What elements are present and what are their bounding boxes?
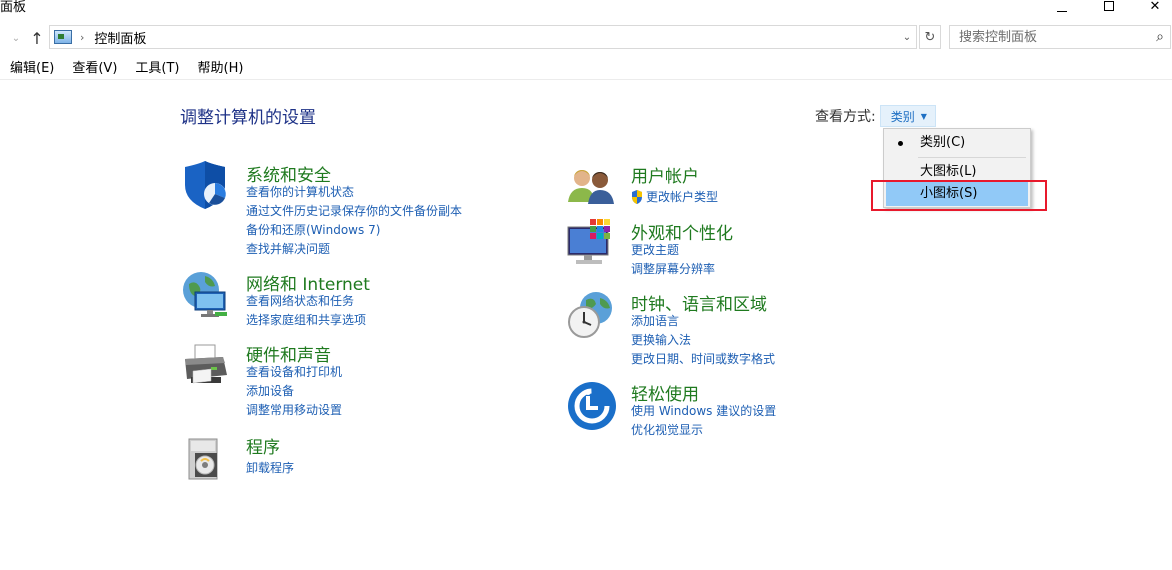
category-network-internet: 网络和 Internet 查看网络状态和任务 选择家庭组和共享选项 xyxy=(181,270,501,330)
category-title[interactable]: 用户帐户 xyxy=(631,162,699,187)
shield-icon[interactable] xyxy=(181,161,231,211)
link-homegroup-sharing[interactable]: 选择家庭组和共享选项 xyxy=(246,311,366,328)
link-change-account-type[interactable]: 更改帐户类型 xyxy=(631,188,718,205)
clock-globe-icon[interactable] xyxy=(566,290,616,340)
monitor-palette-icon[interactable] xyxy=(566,219,616,269)
selected-bullet-icon xyxy=(898,141,903,146)
view-by-value: 类别 xyxy=(890,109,915,124)
category-hardware-sound: 硬件和声音 查看设备和打印机 添加设备 调整常用移动设置 xyxy=(181,341,501,421)
up-button[interactable]: ↑ xyxy=(29,28,45,48)
category-system-security: 系统和安全 查看你的计算机状态 通过文件历史记录保存你的文件备份副本 备份和还原… xyxy=(181,161,501,261)
link-uninstall-program[interactable]: 卸载程序 xyxy=(246,459,294,476)
link-mobility-settings[interactable]: 调整常用移动设置 xyxy=(246,401,342,418)
menu-separator xyxy=(918,157,1026,158)
link-label: 更改帐户类型 xyxy=(646,190,719,204)
link-change-theme[interactable]: 更改主题 xyxy=(631,241,679,258)
search-input[interactable] xyxy=(959,27,1149,47)
annotation-highlight-box xyxy=(871,180,1047,211)
control-panel-icon xyxy=(54,30,72,44)
navigation-bar: ⌄ ↑ › 控制面板 ⌄ ↻ ⌕ xyxy=(0,24,1172,52)
search-icon[interactable]: ⌕ xyxy=(1156,29,1164,45)
menu-view[interactable]: 查看(V) xyxy=(62,58,123,80)
link-network-status[interactable]: 查看网络状态和任务 xyxy=(246,292,354,309)
refresh-icon: ↻ xyxy=(924,29,936,45)
link-add-language[interactable]: 添加语言 xyxy=(631,312,679,329)
close-icon: ✕ xyxy=(1149,0,1161,14)
window-title: 面板 xyxy=(0,0,27,15)
link-change-input-method[interactable]: 更换输入法 xyxy=(631,331,691,348)
recent-locations-button[interactable]: ⌄ xyxy=(8,28,24,48)
category-clock-language-region: 时钟、语言和区域 添加语言 更换输入法 更改日期、时间或数字格式 xyxy=(566,290,886,370)
page-title: 调整计算机的设置 xyxy=(180,108,316,128)
address-bar[interactable]: › 控制面板 ⌄ xyxy=(49,25,917,49)
link-troubleshoot[interactable]: 查找并解决问题 xyxy=(246,240,330,257)
link-view-computer-status[interactable]: 查看你的计算机状态 xyxy=(246,183,354,200)
link-date-time-format[interactable]: 更改日期、时间或数字格式 xyxy=(631,350,775,367)
arrow-up-icon: ↑ xyxy=(30,28,44,48)
refresh-button[interactable]: ↻ xyxy=(919,25,941,49)
minimize-button[interactable] xyxy=(1039,0,1085,18)
category-title[interactable]: 程序 xyxy=(246,433,280,458)
category-ease-of-access: 轻松使用 使用 Windows 建议的设置 优化视觉显示 xyxy=(566,380,886,440)
maximize-button[interactable] xyxy=(1086,0,1132,18)
uac-shield-icon xyxy=(632,190,642,204)
chevron-right-icon[interactable]: › xyxy=(80,31,84,44)
ease-of-access-icon[interactable] xyxy=(566,380,616,430)
link-screen-resolution[interactable]: 调整屏幕分辨率 xyxy=(631,260,715,277)
chevron-down-icon: ⌄ xyxy=(902,31,912,43)
network-globe-icon[interactable] xyxy=(181,270,231,320)
users-icon[interactable] xyxy=(566,162,616,212)
menu-edit[interactable]: 编辑(E) xyxy=(0,58,60,80)
menu-item-label: 类别(C) xyxy=(920,135,966,150)
category-user-accounts: 用户帐户 更改帐户类型 xyxy=(566,162,886,212)
category-appearance-personalization: 外观和个性化 更改主题 调整屏幕分辨率 xyxy=(566,219,886,279)
printer-icon[interactable] xyxy=(181,341,231,391)
link-devices-printers[interactable]: 查看设备和打印机 xyxy=(246,363,342,380)
menu-item-label: 大图标(L) xyxy=(920,164,977,179)
caret-down-icon: ▼ xyxy=(920,111,927,121)
close-button[interactable]: ✕ xyxy=(1132,0,1172,18)
view-by-label: 查看方式: xyxy=(815,109,876,125)
search-box[interactable]: ⌕ xyxy=(949,25,1171,49)
minimize-icon xyxy=(1057,10,1067,12)
view-by-dropdown[interactable]: 类别 ▼ xyxy=(879,105,936,127)
menu-help[interactable]: 帮助(H) xyxy=(188,58,250,80)
link-add-device[interactable]: 添加设备 xyxy=(246,382,294,399)
address-history-button[interactable]: ⌄ xyxy=(898,26,916,48)
link-backup-restore[interactable]: 备份和还原(Windows 7) xyxy=(246,221,380,238)
menu-item-category[interactable]: 类别(C) xyxy=(886,131,1028,155)
link-file-history[interactable]: 通过文件历史记录保存你的文件备份副本 xyxy=(246,202,462,219)
category-programs: 程序 卸载程序 xyxy=(181,433,501,483)
link-recommended-settings[interactable]: 使用 Windows 建议的设置 xyxy=(631,402,776,419)
programs-icon[interactable] xyxy=(181,433,231,483)
breadcrumb-control-panel[interactable]: 控制面板 xyxy=(94,28,146,47)
view-by: 查看方式: 类别 ▼ xyxy=(815,105,936,127)
maximize-icon xyxy=(1104,1,1114,11)
menu-tools[interactable]: 工具(T) xyxy=(125,58,185,80)
menu-bar: 编辑(E) 查看(V) 工具(T) 帮助(H) xyxy=(0,58,1172,80)
chevron-down-icon: ⌄ xyxy=(11,32,21,44)
title-bar: 面板 ✕ xyxy=(0,0,1172,20)
link-optimize-visual-display[interactable]: 优化视觉显示 xyxy=(631,421,703,438)
